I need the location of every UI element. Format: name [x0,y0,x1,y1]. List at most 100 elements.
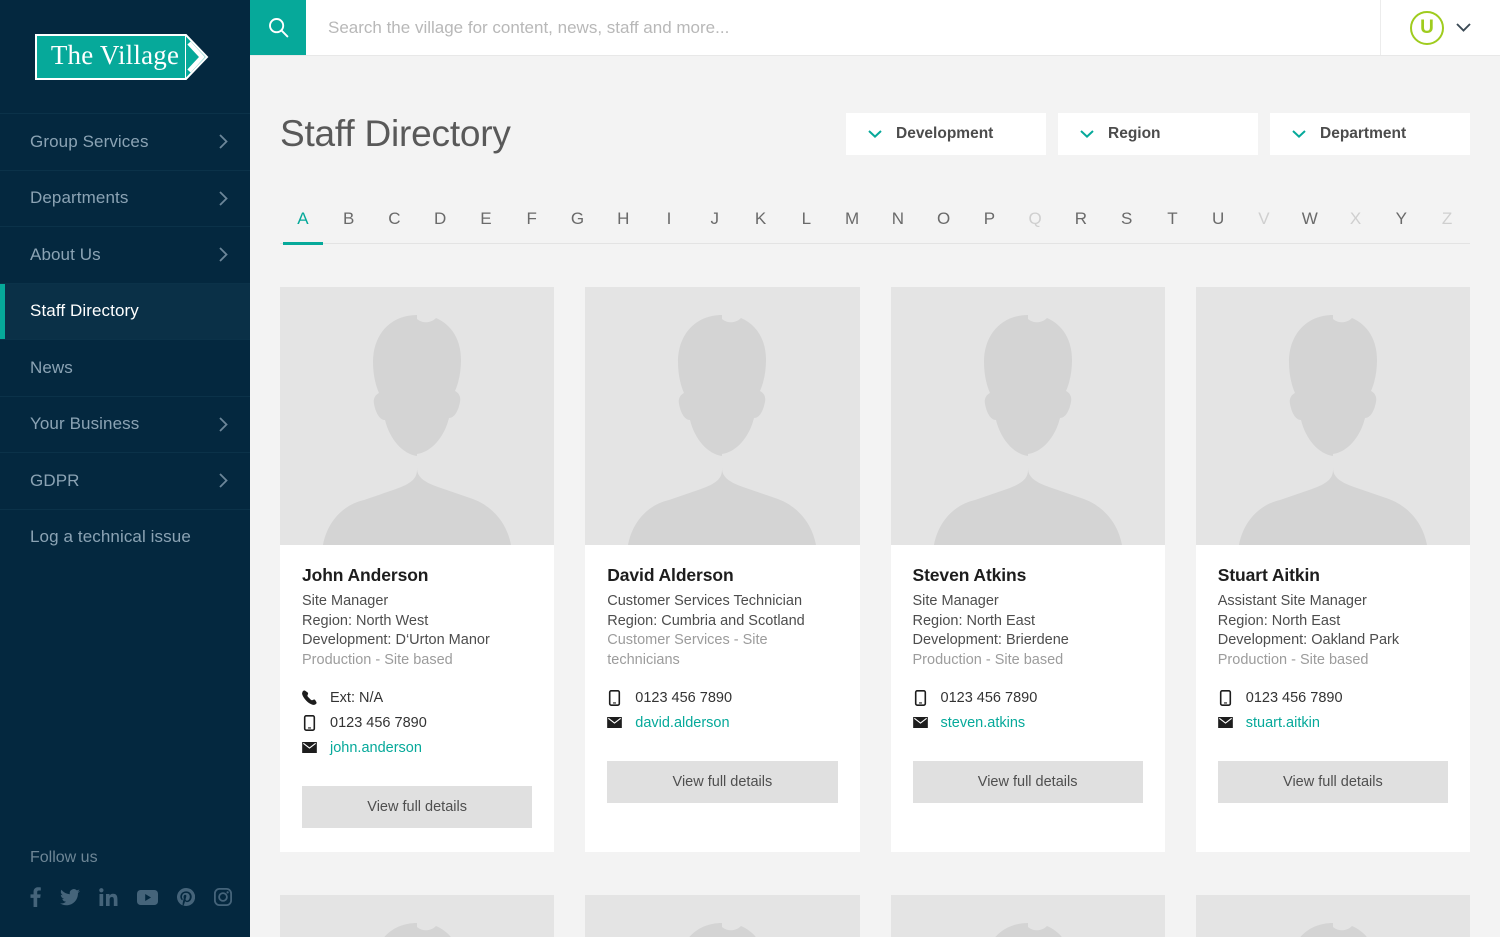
view-full-details-button[interactable]: View full details [912,761,1143,803]
sidebar-item-label: Departments [30,188,129,208]
staff-card: John Anderson Site Manager Region: North W… [280,287,555,852]
chevron-right-icon [219,247,228,262]
staff-email-link[interactable]: steven.atkins [941,715,1026,731]
staff-avatar-placeholder [1195,287,1470,545]
sidebar-item-label: Staff Directory [30,301,139,321]
chevron-down-icon [1080,130,1094,138]
sidebar-item-departments[interactable]: Departments [0,169,250,227]
view-full-details-button[interactable]: View full details [1217,761,1448,803]
youtube-icon[interactable] [137,889,158,905]
alpha-filter-g[interactable]: G [555,209,601,243]
alpha-filter-u[interactable]: U [1195,209,1241,243]
alpha-filter-j[interactable]: J [692,209,738,243]
alpha-filter-p[interactable]: P [966,209,1012,243]
staff-job-title: Site Manager [912,593,999,609]
follow-us-title: Follow us [30,849,98,866]
contact-row: 0123 456 7890 [913,687,1143,708]
alpha-filter-e[interactable]: E [463,209,509,243]
sidebar-item-news[interactable]: News [0,339,250,396]
sidebar-item-staff-directory[interactable]: Staff Directory [0,282,250,339]
pinterest-icon[interactable] [177,888,195,906]
page-header: Staff Directory Development Region Depar… [280,56,1470,174]
alpha-filter-w[interactable]: W [1287,209,1333,243]
alpha-filter-a[interactable]: A [280,209,326,243]
user-menu[interactable]: U [1380,0,1500,55]
staff-department: Production - Site based [912,651,1064,668]
alpha-filter-i[interactable]: I [646,209,692,243]
chevron-right-icon [219,473,228,488]
alpha-filter-l[interactable]: L [783,209,829,243]
alpha-filter-o[interactable]: O [921,209,967,243]
logo-text: The Village [50,39,180,70]
staff-region: Region: North West [302,612,429,629]
linkedin-icon[interactable] [99,888,118,906]
staff-email-link[interactable]: david.alderson [635,715,729,731]
staff-cards-grid-row2 [280,852,1470,937]
sidebar-item-label: GDPR [30,470,80,490]
alpha-filter-r[interactable]: R [1058,209,1104,243]
sidebar: The Village Group Services Departments A… [0,0,250,937]
email-icon [1217,717,1233,728]
staff-avatar-placeholder [280,895,555,937]
staff-development: Development: D‘Urton Manor [302,632,490,648]
app-root: The Village Group Services Departments A… [0,0,1500,937]
sidebar-item-gdpr[interactable]: GDPR [0,452,250,509]
logo[interactable]: The Village [0,0,250,113]
contact-row[interactable]: david.alderson [607,712,837,733]
staff-avatar-placeholder [585,895,860,937]
alpha-filter-s[interactable]: S [1104,209,1150,243]
contact-value: Ext: N/A [330,689,384,706]
sidebar-item-label: About Us [30,244,101,264]
view-full-details-button[interactable]: View full details [607,761,838,803]
contact-row[interactable]: steven.atkins [912,712,1143,733]
staff-development: Development: Oakland Park [1217,632,1400,648]
alpha-filter-b[interactable]: B [326,209,372,243]
staff-email-link[interactable]: john.anderson [330,740,422,756]
email-icon [912,717,928,728]
filter-group: Development Region Department [846,113,1470,155]
alpha-filter-n[interactable]: N [875,209,921,243]
follow-us-section: Follow us [0,849,250,937]
staff-region: Region: North East [1217,612,1341,629]
alpha-filter-h[interactable]: H [600,209,646,243]
sidebar-item-group-services[interactable]: Group Services [0,113,250,170]
staff-card-body: Steven Atkins Site Manager Region: North E… [891,545,1165,852]
instagram-icon[interactable] [214,888,232,906]
top-bar: U [250,0,1500,56]
alpha-filter-d[interactable]: D [417,209,463,243]
staff-cards-grid: John Anderson Site Manager Region: North W… [280,244,1470,852]
facebook-icon[interactable] [30,887,41,907]
chevron-down-icon [1292,130,1306,138]
mobile-icon [913,689,928,706]
search-input[interactable] [306,0,1380,55]
sidebar-item-your-business[interactable]: Your Business [0,395,250,453]
alpha-filter-f[interactable]: F [509,209,555,243]
alpha-filter-c[interactable]: C [372,209,418,243]
twitter-icon[interactable] [60,888,80,906]
sidebar-item-log-a-technical-issue[interactable]: Log a technical issue [0,508,250,566]
alpha-filter-y[interactable]: Y [1378,209,1424,243]
staff-email-link[interactable]: stuart.aitkin [1246,715,1320,731]
chevron-right-icon [219,417,228,432]
filter-department[interactable]: Department [1270,113,1470,155]
search-icon[interactable] [250,0,306,55]
filter-development[interactable]: Development [846,113,1046,155]
filter-label: Region [1108,125,1161,142]
contact-row[interactable]: john.anderson [302,737,532,758]
sidebar-item-label: Log a technical issue [30,527,191,547]
staff-card: David Alderson Customer Services Technici… [585,287,860,852]
page-title: Staff Directory [280,113,511,154]
staff-card: Steven Atkins Site Manager Region: North E… [890,287,1165,852]
alpha-filter-k[interactable]: K [738,209,784,243]
staff-job-title: Customer Services Technician [607,593,803,609]
staff-name: David Alderson [607,565,734,585]
contact-value: 0123 456 7890 [1245,689,1343,706]
view-full-details-button[interactable]: View full details [302,786,533,828]
alpha-filter-t[interactable]: T [1150,209,1196,243]
alpha-filter-m[interactable]: M [829,209,875,243]
staff-avatar-placeholder [280,287,555,545]
sidebar-item-about-us[interactable]: About Us [0,226,250,283]
contact-row[interactable]: stuart.aitkin [1217,712,1448,733]
staff-avatar-placeholder [890,895,1165,937]
filter-region[interactable]: Region [1058,113,1258,155]
